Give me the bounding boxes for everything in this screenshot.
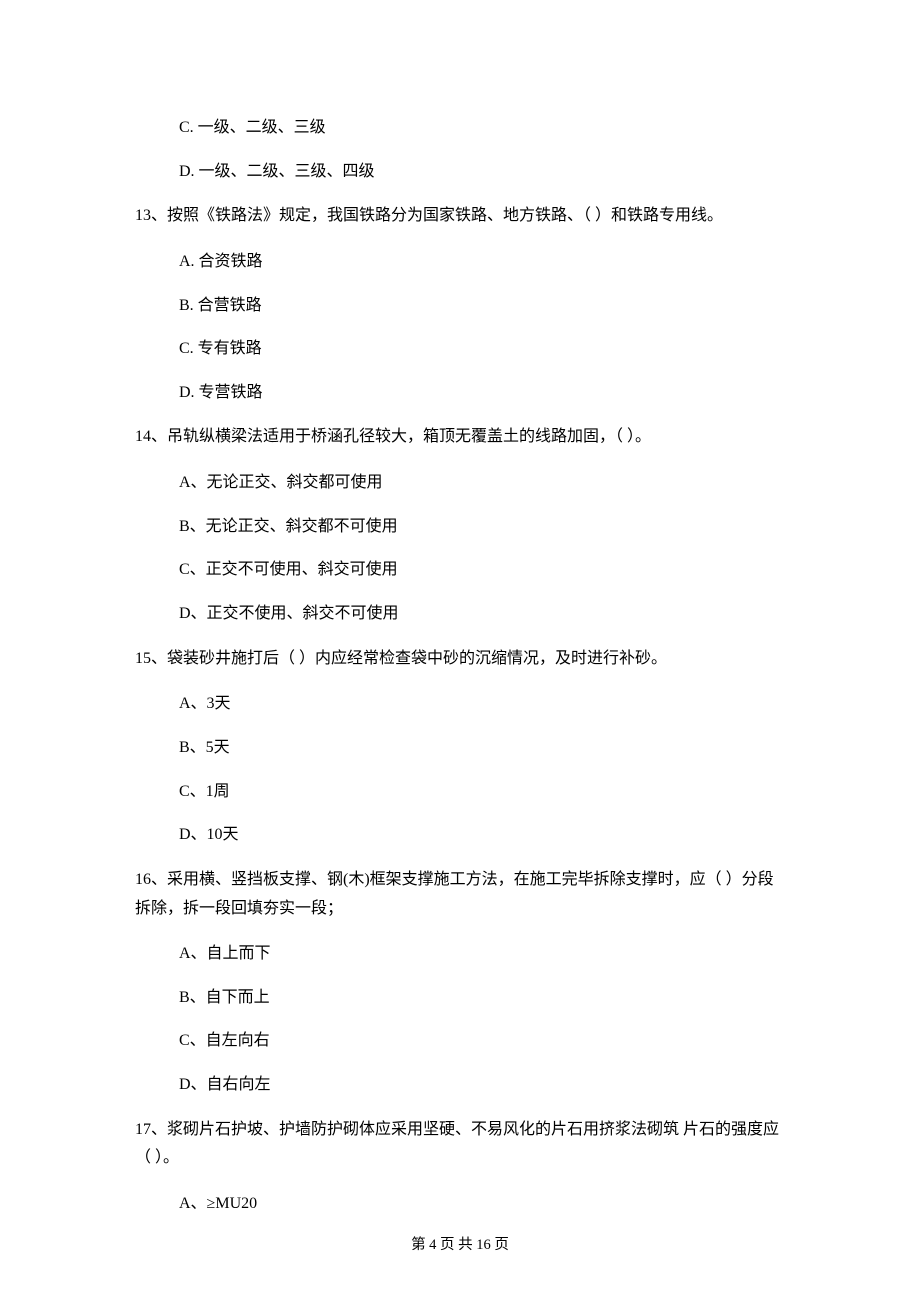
question-stem: 16、采用横、竖挡板支撑、钢(木)框架支撑施工方法，在施工完毕拆除支撑时，应（ … — [135, 866, 785, 924]
option-text: D、10天 — [179, 822, 785, 848]
option-text: D. 一级、二级、三级、四级 — [179, 159, 785, 185]
option-text: A. 合资铁路 — [179, 249, 785, 275]
option-text: B. 合营铁路 — [179, 293, 785, 319]
option-text: C. 一级、二级、三级 — [179, 115, 785, 141]
option-text: B、5天 — [179, 735, 785, 761]
question-stem: 17、浆砌片石护坡、护墙防护砌体应采用坚硬、不易风化的片石用挤浆法砌筑 片石的强… — [135, 1116, 785, 1174]
option-text: D、正交不使用、斜交不可使用 — [179, 601, 785, 627]
option-text: A、3天 — [179, 691, 785, 717]
question-13: 13、按照《铁路法》规定，我国铁路分为国家铁路、地方铁路、（ ）和铁路专用线。 … — [135, 202, 785, 405]
option-text: A、自上而下 — [179, 941, 785, 967]
question-15: 15、袋装砂井施打后（ ）内应经常检查袋中砂的沉缩情况，及时进行补砂。 A、3天… — [135, 645, 785, 848]
option-text: D. 专营铁路 — [179, 380, 785, 406]
option-text: A、≥MU20 — [179, 1191, 785, 1217]
option-text: D、自右向左 — [179, 1072, 785, 1098]
option-text: C. 专有铁路 — [179, 336, 785, 362]
question-17: 17、浆砌片石护坡、护墙防护砌体应采用坚硬、不易风化的片石用挤浆法砌筑 片石的强… — [135, 1116, 785, 1217]
question-16: 16、采用横、竖挡板支撑、钢(木)框架支撑施工方法，在施工完毕拆除支撑时，应（ … — [135, 866, 785, 1098]
option-text: C、正交不可使用、斜交可使用 — [179, 557, 785, 583]
orphan-options-block: C. 一级、二级、三级 D. 一级、二级、三级、四级 — [135, 115, 785, 184]
question-stem: 15、袋装砂井施打后（ ）内应经常检查袋中砂的沉缩情况，及时进行补砂。 — [135, 645, 785, 674]
option-text: A、无论正交、斜交都可使用 — [179, 470, 785, 496]
option-text: C、自左向右 — [179, 1028, 785, 1054]
question-stem: 13、按照《铁路法》规定，我国铁路分为国家铁路、地方铁路、（ ）和铁路专用线。 — [135, 202, 785, 231]
question-14: 14、吊轨纵横梁法适用于桥涵孔径较大，箱顶无覆盖土的线路加固，（ ）。 A、无论… — [135, 423, 785, 626]
option-text: B、无论正交、斜交都不可使用 — [179, 514, 785, 540]
page-number: 第 4 页 共 16 页 — [135, 1235, 785, 1257]
option-text: B、自下而上 — [179, 985, 785, 1011]
document-page: C. 一级、二级、三级 D. 一级、二级、三级、四级 13、按照《铁路法》规定，… — [0, 0, 920, 1302]
option-text: C、1周 — [179, 779, 785, 805]
question-stem: 14、吊轨纵横梁法适用于桥涵孔径较大，箱顶无覆盖土的线路加固，（ ）。 — [135, 423, 785, 452]
